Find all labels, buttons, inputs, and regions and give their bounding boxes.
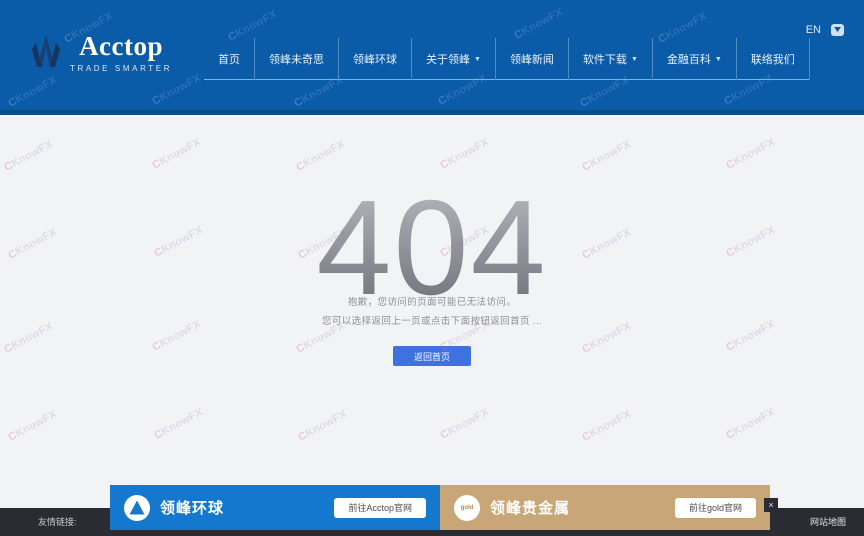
sitemap-link[interactable]: 网站地图 [810, 515, 846, 528]
error-page-content: 404 抱歉，您访问的页面可能已无法访问。 您可以选择返回上一页或点击下面按钮返… [0, 120, 864, 536]
promo-banner-gold[interactable]: gold 领峰贵金属 前往gold官网 [440, 485, 770, 530]
chevron-down-icon: ▼ [714, 55, 722, 63]
site-logo[interactable]: Acctop TRADE SMARTER [28, 33, 172, 73]
goto-acctop-button[interactable]: 前往Acctop官网 [334, 497, 426, 518]
watermark: CKnowFX [580, 138, 634, 174]
main-navigation: 首页 领峰未奇思 领峰环球 关于领峰 ▼ 领峰新闻 软件下载 ▼ 金融百科 ▼ … [204, 38, 810, 80]
wechat-icon[interactable] [831, 24, 844, 36]
nav-item-future[interactable]: 领峰未奇思 [255, 38, 339, 80]
nav-label: 首页 [218, 54, 240, 66]
logo-tagline: TRADE SMARTER [70, 64, 173, 73]
nav-item-global[interactable]: 领峰环球 [339, 38, 412, 80]
nav-item-downloads[interactable]: 软件下载 ▼ [569, 38, 653, 80]
header-utility-bar: EN [806, 24, 844, 36]
nav-item-home[interactable]: 首页 [204, 38, 255, 80]
watermark: CKnowFX [150, 72, 204, 108]
promo-title: 领峰环球 [160, 500, 225, 517]
nav-label: 领峰未奇思 [269, 54, 324, 66]
gold-logo-text: gold [460, 504, 474, 511]
watermark: CKnowFX [6, 74, 60, 110]
error-message-line-2: 您可以选择返回上一页或点击下面按钮返回首页 ... [321, 316, 543, 327]
nav-label: 金融百科 [666, 54, 711, 66]
error-message-line-1: 抱歉，您访问的页面可能已无法访问。 [347, 297, 517, 308]
logo-wordmark: Acctop [79, 31, 164, 61]
watermark: CKnowFX [6, 408, 60, 444]
gold-circle-logo-icon: gold [454, 494, 480, 521]
nav-label: 领峰新闻 [509, 54, 554, 66]
promo-title: 领峰贵金属 [490, 500, 571, 517]
language-switch-en[interactable]: EN [806, 24, 821, 36]
site-header: Acctop TRADE SMARTER EN 首页 领峰未奇思 领峰环球 关于… [0, 0, 864, 115]
watermark: CKnowFX [2, 138, 56, 174]
watermark: CKnowFX [724, 136, 778, 172]
acctop-circle-logo-icon [124, 494, 150, 521]
watermark: CKnowFX [296, 408, 350, 444]
nav-item-news[interactable]: 领峰新闻 [496, 38, 569, 80]
nav-item-encyclopedia[interactable]: 金融百科 ▼ [653, 38, 737, 80]
chevron-down-icon: ▼ [474, 55, 481, 63]
watermark: CKnowFX [152, 406, 206, 442]
close-icon[interactable]: × [764, 498, 778, 512]
nav-label: 联络我们 [750, 54, 795, 66]
return-home-button[interactable]: 返回首页 [393, 346, 471, 366]
mountain-logo-icon [28, 33, 64, 73]
nav-label: 关于领峰 [426, 54, 470, 66]
watermark: CKnowFX [580, 408, 634, 444]
watermark: CKnowFX [150, 136, 204, 172]
friend-links-label: 友情链接: [38, 517, 77, 527]
goto-gold-button[interactable]: 前往gold官网 [674, 497, 756, 518]
watermark: CKnowFX [512, 6, 566, 42]
nav-item-contact[interactable]: 联络我们 [737, 38, 810, 80]
promo-banner-group: 领峰环球 前往Acctop官网 gold 领峰贵金属 前往gold官网 [110, 485, 770, 530]
promo-banner-acctop[interactable]: 领峰环球 前往Acctop官网 [110, 485, 440, 530]
nav-label: 领峰环球 [353, 54, 397, 66]
watermark: CKnowFX [438, 406, 492, 442]
nav-label: 软件下载 [582, 54, 627, 66]
watermark: CKnowFX [294, 138, 348, 174]
watermark: CKnowFX [724, 406, 778, 442]
nav-item-about[interactable]: 关于领峰 ▼ [412, 38, 496, 80]
chevron-down-icon: ▼ [630, 55, 638, 63]
watermark: CKnowFX [438, 136, 492, 172]
